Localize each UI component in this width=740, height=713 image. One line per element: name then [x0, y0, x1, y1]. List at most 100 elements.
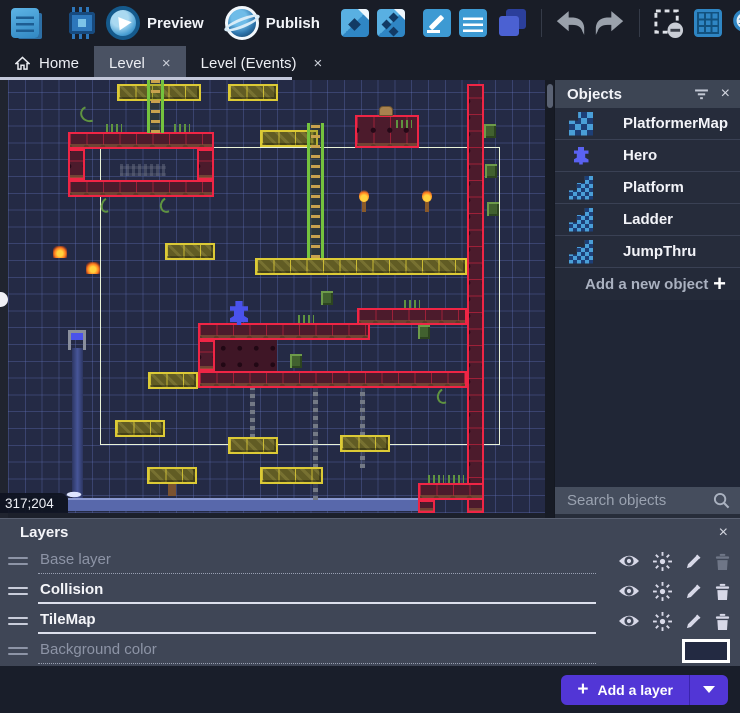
scene-objects-icon[interactable]	[335, 3, 369, 43]
tile-torch[interactable]	[420, 192, 434, 212]
layer-name-field[interactable]: Collision	[38, 578, 596, 604]
edit-mode-icon[interactable]	[413, 3, 451, 43]
object-list-item-platform[interactable]: Platform	[555, 172, 740, 204]
tile-water[interactable]	[68, 498, 420, 511]
add-layer-button[interactable]: + Add a layer	[561, 675, 728, 705]
object-list-item-jumpthru[interactable]: JumpThru	[555, 236, 740, 268]
grid-icon[interactable]	[691, 3, 725, 43]
tile-crate[interactable]	[255, 258, 467, 275]
drag-handle-icon[interactable]	[8, 647, 28, 655]
tile-crate[interactable]	[147, 467, 197, 484]
layer-name-field[interactable]: Base layer	[38, 548, 596, 574]
tile-flame[interactable]	[53, 246, 67, 258]
tile-crate[interactable]	[228, 84, 278, 101]
tile-trunk[interactable]	[168, 484, 176, 496]
tile-grass[interactable]	[106, 124, 122, 132]
tab-level[interactable]: Level ×	[94, 46, 186, 80]
undo-icon[interactable]	[554, 3, 588, 43]
object-list-item-ladder[interactable]: Ladder	[555, 204, 740, 236]
object-list-item-platformermap[interactable]: PlatformerMap	[555, 108, 740, 140]
tab-close-icon[interactable]: ×	[162, 55, 171, 72]
delete-trash-icon[interactable]	[715, 613, 730, 630]
dropdown-arrow-icon[interactable]	[690, 675, 728, 705]
tile-red_row[interactable]	[68, 180, 214, 197]
tile-deco[interactable]	[484, 124, 496, 138]
tile-crate[interactable]	[115, 420, 165, 437]
tile-crate[interactable]	[165, 243, 215, 260]
effects-sun-icon[interactable]	[653, 612, 672, 631]
effects-sun-icon[interactable]	[653, 582, 672, 601]
effects-sun-icon[interactable]	[653, 552, 672, 571]
edit-pencil-icon[interactable]	[685, 553, 702, 570]
background-color-swatch[interactable]	[682, 639, 730, 663]
tile-red_fill[interactable]	[215, 340, 277, 371]
drag-handle-icon[interactable]	[8, 617, 28, 625]
layer-name-field[interactable]: Background color	[38, 638, 596, 664]
redo-icon[interactable]	[593, 3, 627, 43]
edit-pencil-icon[interactable]	[685, 613, 702, 630]
search-objects-input[interactable]: Search objects	[555, 487, 740, 514]
tile-grass[interactable]	[428, 475, 444, 483]
canvas-vertical-scrollbar[interactable]	[545, 80, 554, 518]
layers-stack-icon[interactable]	[495, 3, 529, 43]
debugger-icon[interactable]	[47, 3, 95, 43]
tile-grass[interactable]	[174, 124, 190, 132]
tile-deco[interactable]	[485, 164, 497, 178]
tile-grass[interactable]	[396, 120, 412, 128]
tile-flame[interactable]	[86, 262, 100, 274]
tab-level-events[interactable]: Level (Events) ×	[186, 46, 338, 80]
tile-crate[interactable]	[228, 437, 278, 454]
close-icon[interactable]: ×	[719, 524, 728, 542]
filter-icon[interactable]	[694, 89, 709, 100]
visibility-eye-icon[interactable]	[618, 583, 640, 599]
tile-waterfall[interactable]	[72, 348, 83, 498]
tile-crate[interactable]	[148, 372, 198, 389]
scrollbar-thumb[interactable]	[547, 84, 553, 108]
drag-handle-icon[interactable]	[8, 557, 28, 565]
tile-torch[interactable]	[357, 192, 371, 212]
publish-globe-icon[interactable]	[219, 3, 259, 43]
tile-red_row[interactable]	[198, 323, 370, 340]
visibility-eye-icon[interactable]	[618, 553, 640, 569]
layer-name-field[interactable]: TileMap	[38, 608, 596, 634]
close-icon[interactable]: ×	[721, 85, 730, 103]
clear-selection-icon[interactable]	[652, 3, 686, 43]
tile-grass[interactable]	[448, 475, 464, 483]
events-sheet-icon[interactable]	[456, 3, 490, 43]
tile-red_col[interactable]	[418, 500, 435, 513]
tile-vine[interactable]	[78, 103, 101, 125]
object-list-item-hero[interactable]: Hero	[555, 140, 740, 172]
tile-red_row[interactable]	[68, 132, 214, 149]
tile-deco[interactable]	[487, 202, 499, 216]
tile-crate[interactable]	[260, 467, 323, 484]
tile-deco[interactable]	[321, 291, 333, 305]
preview-play-icon[interactable]	[100, 3, 140, 43]
drag-handle-icon[interactable]	[8, 587, 28, 595]
tile-deco[interactable]	[418, 325, 430, 339]
tile-red_col[interactable]	[467, 84, 484, 513]
tile-knob[interactable]	[379, 106, 393, 116]
tile-chain[interactable]	[360, 388, 365, 468]
tile-red_col[interactable]	[198, 340, 215, 371]
tab-close-icon[interactable]: ×	[314, 55, 323, 72]
tile-grass[interactable]	[298, 315, 314, 323]
tile-grass[interactable]	[404, 300, 420, 308]
tile-ladder[interactable]	[147, 80, 164, 133]
delete-trash-icon[interactable]	[715, 583, 730, 600]
scene-canvas[interactable]	[8, 80, 545, 513]
tile-red_row[interactable]	[198, 371, 467, 388]
tile-red_row[interactable]	[357, 308, 467, 325]
object-groups-icon[interactable]	[374, 3, 408, 43]
tile-red_col[interactable]	[68, 149, 85, 180]
add-object-button[interactable]: Add a new object +	[555, 268, 740, 300]
tile-red_row[interactable]	[418, 483, 484, 500]
tile-ladder[interactable]	[307, 123, 324, 258]
tab-home[interactable]: Home	[0, 46, 94, 80]
visibility-eye-icon[interactable]	[618, 613, 640, 629]
tile-wf_src[interactable]	[68, 330, 86, 350]
zoom-1-1-icon[interactable]: 1:1	[730, 3, 740, 43]
tile-deco[interactable]	[290, 354, 302, 368]
tile-red_col[interactable]	[197, 149, 214, 180]
edit-pencil-icon[interactable]	[685, 583, 702, 600]
tile-crate[interactable]	[340, 435, 390, 452]
